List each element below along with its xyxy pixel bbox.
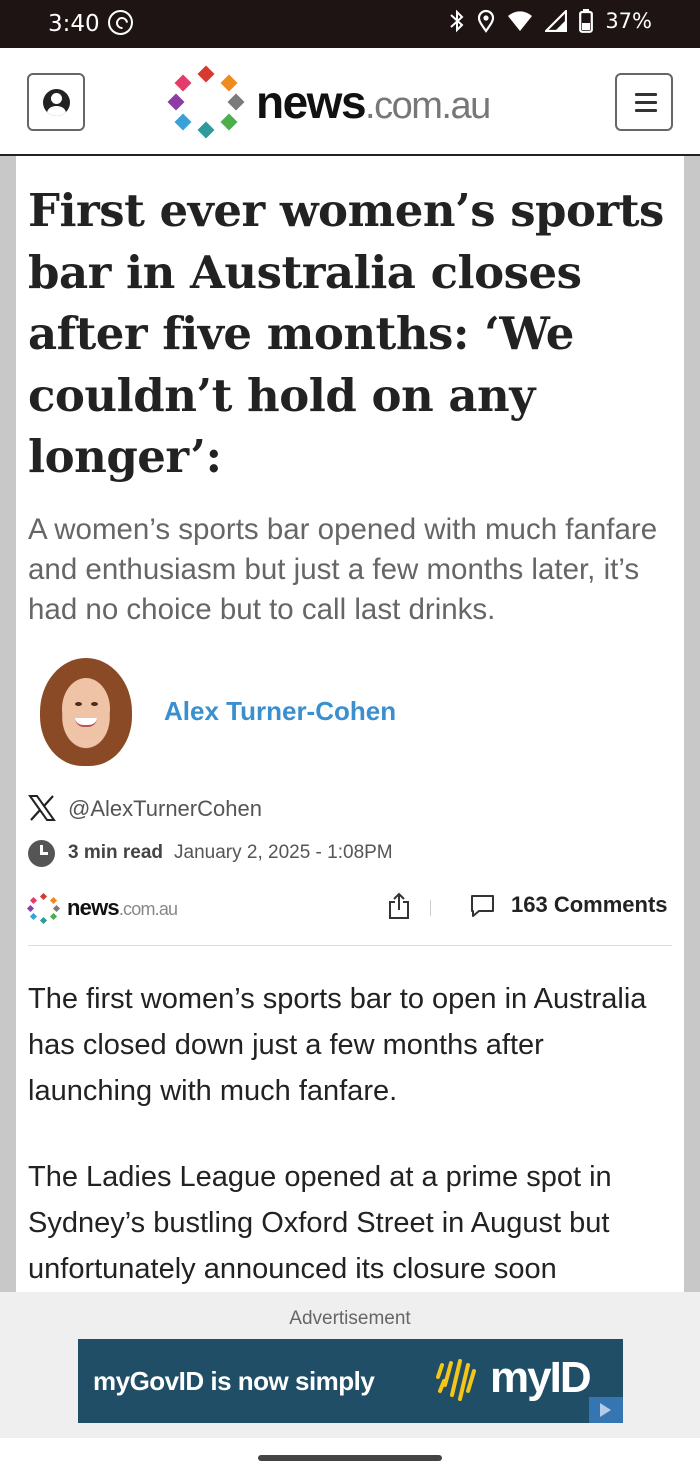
logo-mark-icon — [167, 64, 245, 140]
article-meta: 3 min read January 2, 2025 - 1:08PM — [28, 838, 672, 878]
wifi-icon — [507, 10, 533, 32]
menu-icon — [635, 109, 657, 112]
logo-dot — [29, 912, 38, 920]
author-avatar[interactable] — [40, 657, 132, 766]
x-twitter-icon — [28, 794, 56, 821]
logo-dot — [174, 113, 192, 131]
battery-percent: 37% — [605, 9, 652, 33]
logo-light: .com.au — [118, 898, 178, 919]
logo-dot — [39, 916, 48, 924]
logo-wordmark: news.com.au — [256, 75, 491, 129]
clock-icon — [28, 839, 55, 867]
coat-of-arms-icon — [436, 1359, 476, 1401]
logo-light: .com.au — [365, 85, 491, 127]
article-standfirst: A women’s sports bar opened with much fa… — [28, 512, 658, 626]
menu-button[interactable] — [615, 73, 673, 131]
system-nav-bar — [0, 1438, 700, 1478]
comment-icon[interactable] — [470, 894, 495, 918]
logo-dot — [227, 93, 245, 111]
logo-dot — [39, 892, 48, 900]
author-name-link[interactable]: Alex Turner-Cohen — [164, 696, 396, 727]
logo-dot — [197, 121, 215, 139]
logo-mark-icon — [26, 892, 61, 924]
logo-dot — [26, 904, 35, 912]
status-bar: 3:40 37% — [0, 0, 700, 48]
article-paragraph: The first women’s sports bar to open in … — [28, 982, 647, 1107]
publisher-wordmark: news.com.au — [67, 894, 178, 921]
site-header: news.com.au — [0, 48, 700, 156]
logo-dot — [49, 896, 58, 904]
avatar-face — [62, 677, 110, 740]
status-time: 3:40 — [48, 11, 100, 37]
publisher-logo: news.com.au — [26, 892, 178, 924]
avatar-eye — [75, 701, 82, 706]
logo-dot — [29, 896, 38, 904]
publish-date: January 2, 2025 - 1:08PM — [174, 841, 393, 863]
logo-bold: news — [67, 894, 120, 920]
page-gutter-left — [0, 156, 16, 1292]
whatsapp-icon — [108, 10, 133, 35]
author-handle: @AlexTurnerCohen — [68, 795, 262, 821]
divider — [430, 899, 431, 916]
ad-banner[interactable]: myGovID is now simply myID — [78, 1339, 623, 1423]
logo-dot — [52, 904, 61, 912]
menu-icon — [635, 101, 657, 104]
ad-text: myGovID is now simply — [93, 1366, 375, 1396]
article: First ever women’s sports bar in Austral… — [16, 156, 684, 1331]
signal-icon — [545, 10, 568, 32]
logo-dot — [220, 74, 238, 92]
status-icons: 37% — [449, 8, 652, 34]
ad-brand: myID — [490, 1353, 592, 1402]
site-logo[interactable]: news.com.au — [167, 62, 491, 142]
location-icon — [477, 9, 495, 33]
menu-icon — [635, 93, 657, 96]
logo-bold: news — [256, 76, 367, 128]
ad-zone: Advertisement myGovID is now simply myID — [0, 1292, 700, 1438]
logo-dot — [174, 74, 192, 92]
ad-label: Advertisement — [289, 1308, 411, 1329]
author-social[interactable]: @AlexTurnerCohen — [28, 792, 672, 832]
logo-dot — [220, 113, 238, 131]
home-gesture-pill[interactable] — [258, 1455, 442, 1461]
account-button[interactable] — [27, 73, 85, 131]
adchoices-icon[interactable] — [589, 1397, 623, 1423]
logo-dot — [197, 65, 215, 83]
battery-icon — [579, 9, 594, 33]
avatar-eye — [91, 701, 98, 706]
logo-dot — [167, 93, 185, 111]
author-block: Alex Turner-Cohen — [28, 657, 672, 788]
share-icon[interactable] — [388, 892, 410, 920]
page-gutter-right — [684, 156, 700, 1292]
article-headline: First ever women’s sports bar in Austral… — [28, 184, 664, 483]
share-bar: news.com.au 163 Comments — [26, 886, 672, 946]
comments-link[interactable]: 163 Comments — [511, 892, 668, 918]
bluetooth-icon — [449, 8, 465, 34]
read-time: 3 min read — [68, 841, 164, 863]
logo-dot — [49, 912, 58, 920]
user-icon — [43, 89, 70, 116]
